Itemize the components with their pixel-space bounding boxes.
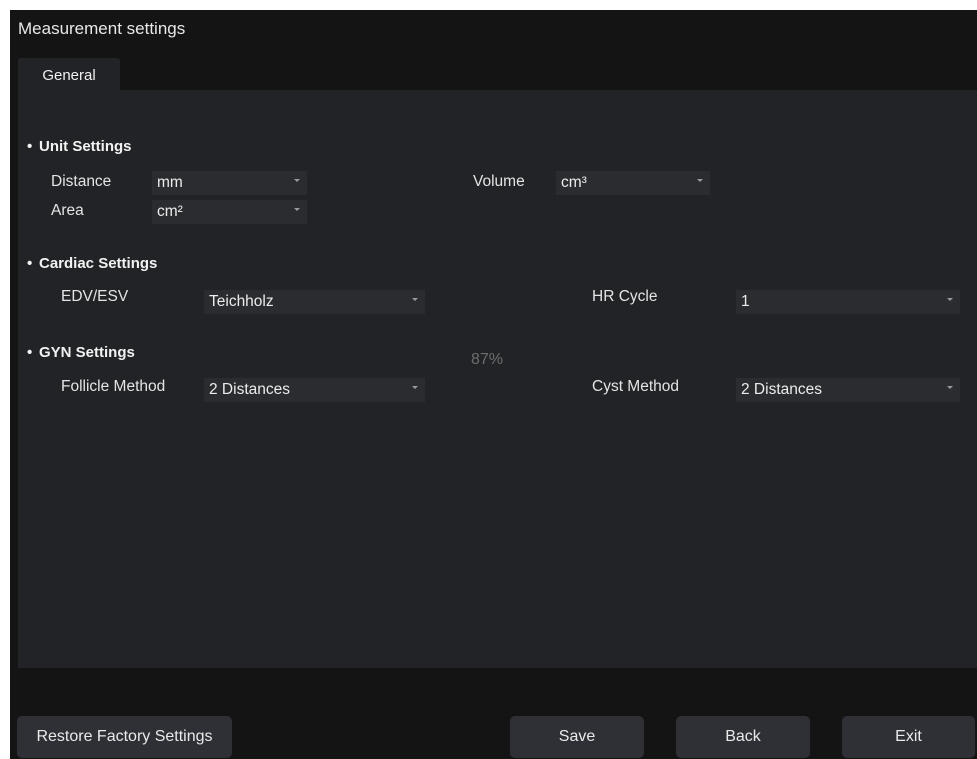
follicle-method-value: 2 Distances	[209, 381, 290, 398]
measurement-settings-dialog: Measurement settings General • Unit Setti…	[10, 10, 977, 759]
hr-cycle-select[interactable]: 1	[736, 290, 960, 314]
tab-general[interactable]: General	[18, 58, 120, 92]
save-button[interactable]: Save	[510, 716, 644, 758]
edv-esv-select[interactable]: Teichholz	[204, 290, 425, 314]
volume-label: Volume	[473, 173, 525, 190]
chevron-down-icon	[947, 298, 953, 301]
chevron-down-icon	[697, 179, 703, 182]
follicle-method-select[interactable]: 2 Distances	[204, 378, 425, 402]
cyst-method-label: Cyst Method	[592, 378, 680, 395]
volume-value: cm³	[561, 174, 587, 191]
cyst-method-select[interactable]: 2 Distances	[736, 378, 960, 402]
chevron-down-icon	[294, 208, 300, 211]
chevron-down-icon	[294, 179, 300, 182]
area-select[interactable]: cm²	[152, 200, 307, 224]
edv-esv-label: EDV/ESV	[61, 288, 129, 305]
save-label: Save	[558, 728, 596, 745]
gyn-settings-heading: • GYN Settings	[27, 344, 135, 361]
volume-select[interactable]: cm³	[556, 171, 710, 195]
dialog-title: Measurement settings	[18, 19, 186, 38]
back-button[interactable]: Back	[676, 716, 810, 758]
cardiac-settings-heading-text: Cardiac Settings	[39, 255, 158, 272]
chevron-down-icon	[412, 386, 418, 389]
area-label: Area	[51, 202, 84, 219]
cyst-method-value: 2 Distances	[741, 381, 822, 398]
hr-cycle-label: HR Cycle	[592, 288, 658, 305]
hr-cycle-value: 1	[741, 293, 750, 310]
gyn-settings-heading-text: GYN Settings	[39, 344, 135, 361]
bullet-dot-icon: •	[27, 138, 33, 155]
chevron-down-icon	[412, 298, 418, 301]
unit-settings-heading-text: Unit Settings	[39, 138, 132, 155]
restore-factory-settings-label: Restore Factory Settings	[36, 728, 213, 745]
progress-percent: 87%	[471, 351, 504, 368]
cardiac-settings-heading: • Cardiac Settings	[27, 255, 157, 272]
distance-label: Distance	[51, 173, 112, 190]
back-label: Back	[725, 728, 761, 745]
chevron-down-icon	[947, 386, 953, 389]
distance-value: mm	[157, 174, 183, 191]
exit-button[interactable]: Exit	[842, 716, 975, 758]
area-value: cm²	[157, 203, 183, 220]
restore-factory-settings-button[interactable]: Restore Factory Settings	[17, 716, 232, 758]
distance-select[interactable]: mm	[152, 171, 307, 195]
edv-esv-value: Teichholz	[209, 293, 274, 310]
exit-label: Exit	[895, 728, 922, 745]
bullet-dot-icon: •	[27, 344, 33, 361]
tab-general-label: General	[42, 66, 96, 84]
bullet-dot-icon: •	[27, 255, 33, 272]
unit-settings-heading: • Unit Settings	[27, 138, 132, 155]
follicle-method-label: Follicle Method	[61, 378, 166, 395]
